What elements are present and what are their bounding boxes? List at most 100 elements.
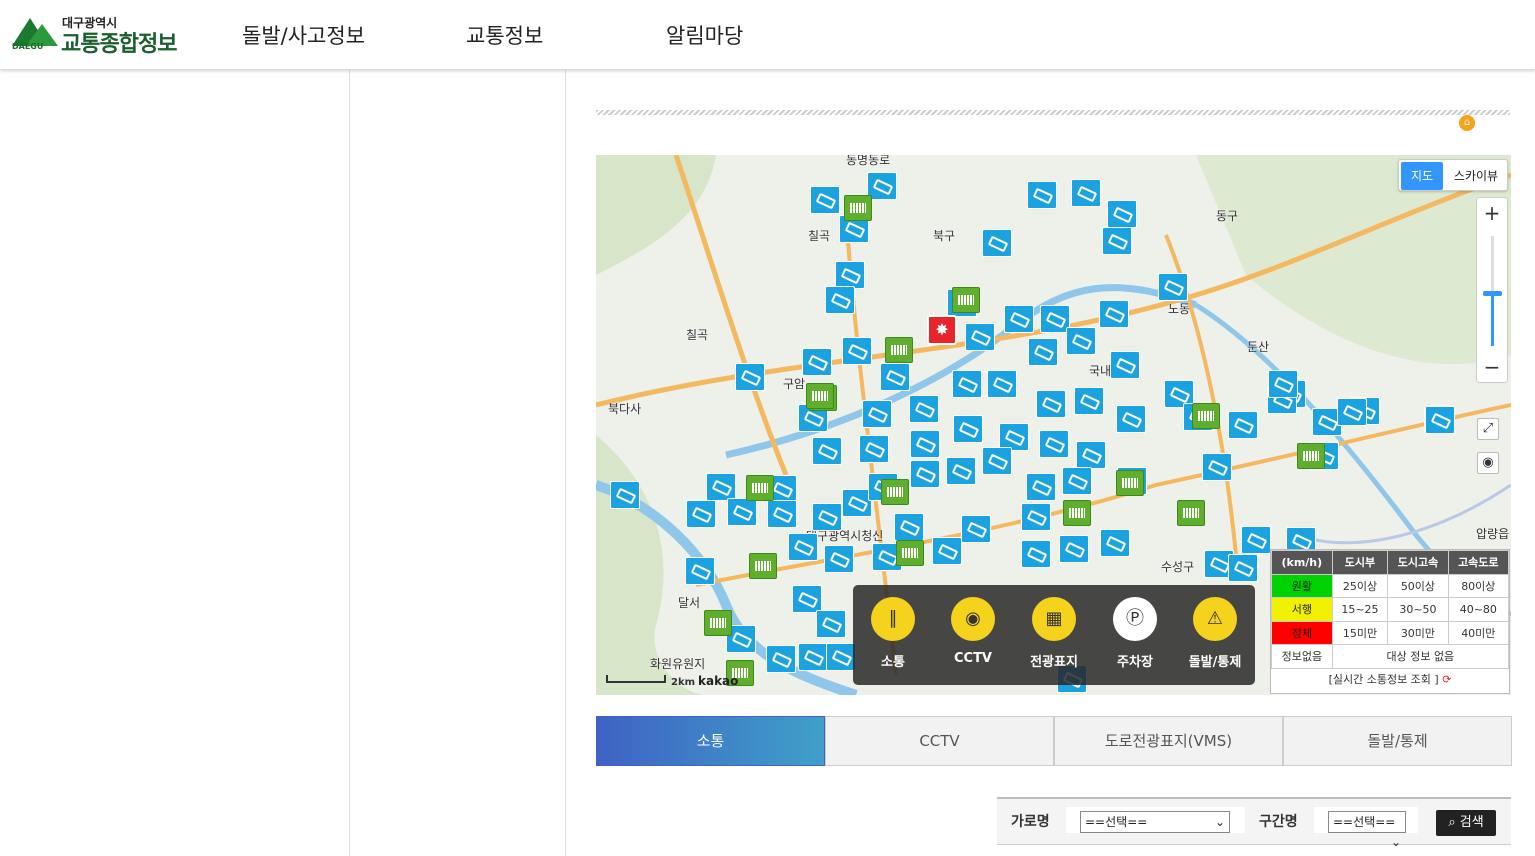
vms-icon[interactable]	[1116, 470, 1144, 496]
cctv-icon[interactable]	[909, 395, 939, 423]
layer-traffic-button[interactable]: ∥ 소통	[853, 597, 933, 670]
layer-incident-button[interactable]: ⚠ 돌발/통제	[1175, 597, 1255, 670]
cctv-icon[interactable]	[1241, 526, 1271, 554]
cctv-icon[interactable]	[932, 537, 962, 565]
cctv-icon[interactable]	[798, 643, 828, 671]
cctv-icon[interactable]	[1228, 411, 1258, 439]
cctv-icon[interactable]	[1202, 453, 1232, 481]
map-type-map[interactable]: 지도	[1401, 162, 1443, 190]
map-type-skyview[interactable]: 스카이뷰	[1447, 162, 1505, 190]
cctv-icon[interactable]	[788, 533, 818, 561]
accident-icon[interactable]: ✸	[927, 315, 957, 345]
vms-icon[interactable]	[881, 479, 909, 505]
cctv-icon[interactable]	[1021, 503, 1051, 531]
cctv-icon[interactable]	[982, 229, 1012, 257]
cctv-icon[interactable]	[842, 337, 872, 365]
cctv-icon[interactable]	[1425, 406, 1455, 434]
cctv-icon[interactable]	[792, 585, 822, 613]
vms-icon[interactable]	[749, 553, 777, 579]
zoom-in-button[interactable]: +	[1477, 198, 1507, 228]
cctv-icon[interactable]	[953, 415, 983, 443]
cctv-icon[interactable]	[810, 186, 840, 214]
cctv-icon[interactable]	[1026, 473, 1056, 501]
cctv-icon[interactable]	[894, 513, 924, 541]
vms-icon[interactable]	[746, 475, 774, 501]
section-select[interactable]: ==선택== ⌄	[1328, 811, 1406, 849]
cctv-icon[interactable]	[1059, 535, 1089, 563]
cctv-icon[interactable]	[825, 286, 855, 314]
cctv-icon[interactable]	[1071, 179, 1101, 207]
vms-icon[interactable]	[952, 287, 980, 313]
cctv-icon[interactable]	[1027, 181, 1057, 209]
cctv-icon[interactable]	[1066, 327, 1096, 355]
nav-notice[interactable]: 알림마당	[666, 20, 743, 50]
cctv-icon[interactable]	[766, 645, 796, 673]
cctv-icon[interactable]	[735, 363, 765, 391]
cctv-icon[interactable]	[859, 435, 889, 463]
layer-parking-button[interactable]: Ⓟ 주차장	[1095, 597, 1175, 670]
vms-icon[interactable]	[844, 195, 872, 221]
cctv-icon[interactable]	[1062, 467, 1092, 495]
cctv-icon[interactable]	[910, 430, 940, 458]
search-button[interactable]: ⌕ 검색	[1436, 810, 1496, 836]
cctv-icon[interactable]	[826, 643, 856, 671]
layer-cctv-button[interactable]: ◉ CCTV	[933, 597, 1013, 666]
cctv-icon[interactable]	[1158, 273, 1188, 301]
cctv-icon[interactable]	[1028, 338, 1058, 366]
cctv-icon[interactable]	[1074, 387, 1104, 415]
vms-icon[interactable]	[1177, 500, 1205, 526]
cctv-icon[interactable]	[1036, 390, 1066, 418]
realtime-traffic-link[interactable]: [실시간 소통정보 조회 ] ⟳	[1271, 667, 1509, 693]
cctv-icon[interactable]	[982, 447, 1012, 475]
cctv-icon[interactable]	[1004, 305, 1034, 333]
cctv-icon[interactable]	[1076, 441, 1106, 469]
cctv-icon[interactable]	[706, 473, 736, 501]
cctv-icon[interactable]	[767, 500, 797, 528]
cctv-icon[interactable]	[1099, 300, 1129, 328]
cctv-icon[interactable]	[802, 348, 832, 376]
fullscreen-icon[interactable]: ⤢	[1477, 418, 1499, 440]
cctv-icon[interactable]	[1110, 351, 1140, 379]
cctv-icon[interactable]	[812, 437, 842, 465]
cctv-icon[interactable]	[824, 545, 854, 573]
site-logo[interactable]: DAEGU 대구광역시 교통종합정보	[10, 12, 190, 57]
cctv-icon[interactable]	[1116, 405, 1146, 433]
vms-icon[interactable]	[896, 540, 924, 566]
cctv-icon[interactable]	[1268, 370, 1298, 398]
cctv-icon[interactable]	[1100, 529, 1130, 557]
zoom-slider-handle[interactable]	[1483, 291, 1502, 297]
tab-incident[interactable]: 돌발/통제	[1283, 716, 1512, 766]
cctv-icon[interactable]	[685, 557, 715, 585]
cctv-icon[interactable]	[946, 457, 976, 485]
vms-icon[interactable]	[1192, 403, 1220, 429]
cctv-icon[interactable]	[835, 261, 865, 289]
cctv-icon[interactable]	[1107, 200, 1137, 228]
tab-vms[interactable]: 도로전광표지(VMS)	[1054, 716, 1283, 766]
home-icon[interactable]: ⌂	[1459, 115, 1475, 131]
cctv-icon[interactable]	[1337, 398, 1367, 426]
cctv-icon[interactable]	[880, 363, 910, 391]
tab-cctv[interactable]: CCTV	[825, 716, 1054, 766]
cctv-icon[interactable]	[686, 500, 716, 528]
vms-icon[interactable]	[1063, 500, 1091, 526]
vms-icon[interactable]	[704, 610, 732, 636]
tab-traffic[interactable]: 소통	[596, 716, 825, 766]
cctv-icon[interactable]	[862, 400, 892, 428]
hide-layer-icon[interactable]: ◉	[1477, 452, 1499, 474]
road-select[interactable]: ==선택== ⌄	[1080, 811, 1230, 833]
cctv-icon[interactable]	[961, 515, 991, 543]
cctv-icon[interactable]	[816, 610, 846, 638]
vms-icon[interactable]	[1297, 443, 1325, 469]
layer-vms-button[interactable]: ▦ 전광표지	[1014, 597, 1094, 670]
cctv-icon[interactable]	[952, 370, 982, 398]
cctv-icon[interactable]	[1102, 227, 1132, 255]
refresh-icon[interactable]: ⟳	[1439, 673, 1451, 686]
nav-incident[interactable]: 돌발/사고정보	[242, 20, 365, 50]
cctv-icon[interactable]	[910, 460, 940, 488]
cctv-icon[interactable]	[1228, 554, 1258, 582]
cctv-icon[interactable]	[812, 503, 842, 531]
cctv-icon[interactable]	[965, 323, 995, 351]
cctv-icon[interactable]	[727, 498, 757, 526]
vms-icon[interactable]	[885, 337, 913, 363]
cctv-icon[interactable]	[1039, 430, 1069, 458]
